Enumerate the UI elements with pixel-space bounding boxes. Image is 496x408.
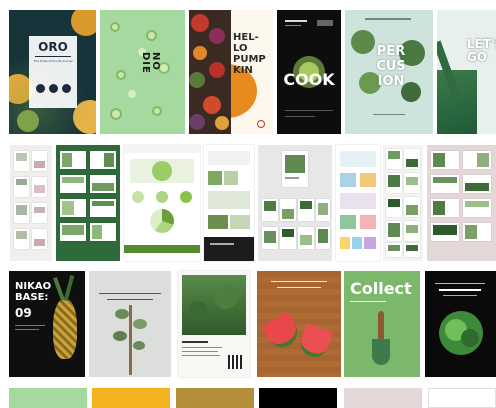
swatch-brown[interactable] bbox=[176, 388, 254, 408]
hello-pumpkin-title: HEL- LO PUMP KIN bbox=[233, 32, 266, 76]
oro-title: ORO bbox=[38, 40, 68, 54]
nikao-title: NIKAO BASE: bbox=[15, 281, 52, 303]
magazine-spreads-grey[interactable] bbox=[258, 145, 332, 261]
trowel-icon bbox=[378, 311, 384, 341]
oro-badge-icon bbox=[62, 84, 71, 93]
percussion-title: PER CUS ION bbox=[376, 44, 406, 89]
layout-spreads-green[interactable] bbox=[56, 145, 120, 261]
qr-code-icon bbox=[228, 355, 242, 369]
herbs-cover[interactable] bbox=[89, 271, 171, 377]
nikao-number: 09 bbox=[15, 306, 32, 320]
cook-title: COOK bbox=[283, 70, 335, 89]
greens-dark-cover[interactable] bbox=[425, 271, 496, 377]
magazine-grid-pages[interactable] bbox=[383, 145, 423, 261]
garden-magazine-cover[interactable] bbox=[178, 271, 250, 377]
no-die-cover[interactable]: NO DIE bbox=[100, 10, 185, 134]
layout-spreads-white[interactable] bbox=[10, 145, 52, 261]
vegetables-photo[interactable] bbox=[189, 10, 231, 134]
no-die-title: NO DIE bbox=[140, 52, 161, 74]
swatch-orange[interactable] bbox=[92, 388, 170, 408]
hello-pumpkin-cover[interactable]: HEL- LO PUMP KIN bbox=[231, 10, 273, 134]
watermelon-cover[interactable] bbox=[257, 271, 341, 377]
cook-cover[interactable]: COOK bbox=[277, 10, 341, 134]
swatch-black[interactable] bbox=[259, 388, 337, 408]
lets-go-title: LET'S GO bbox=[467, 37, 496, 64]
oro-badge-icon bbox=[49, 84, 58, 93]
collect-title: Collect bbox=[350, 279, 412, 298]
website-dark-hero[interactable] bbox=[204, 145, 254, 261]
oro-subtitle: The Tropical Foods Journal bbox=[33, 59, 73, 63]
layout-spreads-pink[interactable] bbox=[427, 145, 496, 261]
swatch-green[interactable] bbox=[9, 388, 87, 408]
website-colorful-page[interactable] bbox=[336, 145, 380, 261]
swatch-white[interactable] bbox=[428, 388, 496, 408]
website-green-page[interactable] bbox=[124, 145, 200, 261]
percussion-cover[interactable]: PER CUS ION bbox=[345, 10, 433, 134]
nikao-base-cover[interactable]: NIKAO BASE: 09 bbox=[9, 271, 85, 377]
lets-go-cover[interactable]: LET'S GO bbox=[437, 10, 496, 134]
collect-cover[interactable]: Collect bbox=[344, 271, 420, 377]
oro-badge-icon bbox=[36, 84, 45, 93]
swatch-pink[interactable] bbox=[344, 388, 422, 408]
oro-magazine-cover[interactable]: ORO The Tropical Foods Journal bbox=[9, 10, 96, 134]
